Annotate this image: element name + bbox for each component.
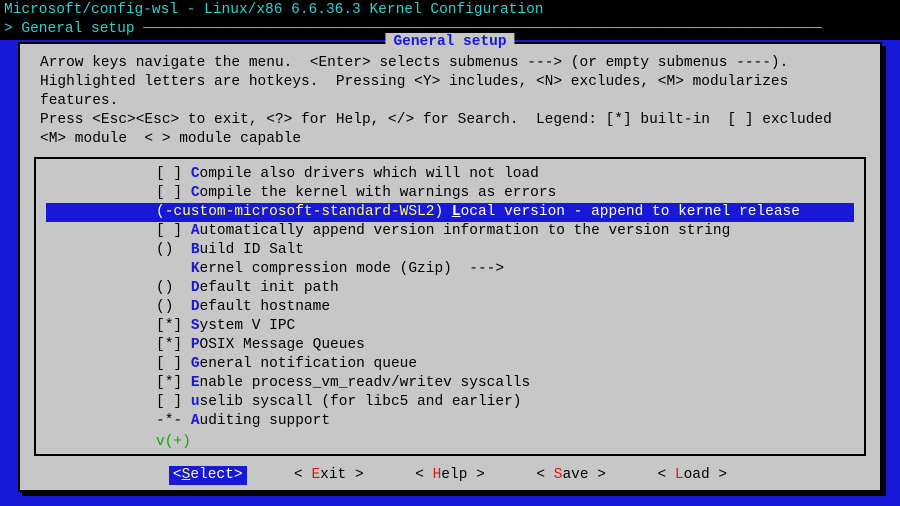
mark: (): [156, 299, 191, 315]
mark: [*]: [156, 318, 191, 334]
menu-item-label: uditing support: [200, 413, 331, 429]
menu-item-hotkey: L: [452, 204, 461, 220]
button-label-rest: elp >: [441, 467, 485, 483]
button-label-rest: oad >: [684, 467, 728, 483]
dialog-button[interactable]: <Select>: [169, 466, 247, 485]
mark: (): [156, 242, 191, 258]
menu-item[interactable]: [ ] uselib syscall (for libc5 and earlie…: [46, 393, 854, 412]
menu-item-label: ompile the kernel with warnings as error…: [200, 185, 557, 201]
menu-item-hotkey: G: [191, 356, 200, 372]
menu-item-label: efault init path: [200, 280, 339, 296]
menu-item-hotkey: B: [191, 242, 200, 258]
menu-item[interactable]: () Build ID Salt: [46, 241, 854, 260]
menu-item-label: OSIX Message Queues: [200, 337, 365, 353]
button-hotkey: H: [433, 467, 442, 483]
menu-item[interactable]: (-custom-microsoft-standard-WSL2) Local …: [46, 203, 854, 222]
menu-item-label: eneral notification queue: [200, 356, 418, 372]
help-text: Arrow keys navigate the menu. <Enter> se…: [20, 44, 880, 153]
menu-item-label: utomatically append version information …: [200, 223, 731, 239]
mark: -*-: [156, 413, 191, 429]
dialog-button[interactable]: < Load >: [653, 466, 731, 485]
menu-item[interactable]: () Default hostname: [46, 298, 854, 317]
button-label-rest: ave >: [562, 467, 606, 483]
menu-item-hotkey: A: [191, 413, 200, 429]
mark: [ ]: [156, 166, 191, 182]
dialog-title: General setup: [385, 33, 514, 52]
menu-item-label: selib syscall (for libc5 and earlier): [200, 394, 522, 410]
button-bracket-left: <: [173, 467, 182, 483]
mark-right: ): [434, 204, 451, 220]
window-title: Microsoft/config-wsl - Linux/x86 6.6.36.…: [0, 0, 900, 20]
menu-item-label: ernel compression mode (Gzip) --->: [200, 261, 505, 277]
menu-item-hotkey: D: [191, 299, 200, 315]
menu-item[interactable]: [*] POSIX Message Queues: [46, 336, 854, 355]
menu-item-hotkey: C: [191, 185, 200, 201]
menu-item-hotkey: S: [191, 318, 200, 334]
menu-item[interactable]: Kernel compression mode (Gzip) --->: [46, 260, 854, 279]
menu-item-hotkey: P: [191, 337, 200, 353]
button-label-rest: elect>: [190, 467, 242, 483]
button-bracket-left: <: [536, 467, 553, 483]
button-bracket-left: <: [657, 467, 674, 483]
menu-item-hotkey: D: [191, 280, 200, 296]
config-dialog: General setup Arrow keys navigate the me…: [18, 42, 882, 492]
menu-item-label: ocal version - append to kernel release: [461, 204, 800, 220]
more-indicator: v(+): [156, 433, 854, 452]
menu-item-hotkey: A: [191, 223, 200, 239]
menu-item[interactable]: [*] Enable process_vm_readv/writev sysca…: [46, 374, 854, 393]
mark: [*]: [156, 337, 191, 353]
terminal-window: Microsoft/config-wsl - Linux/x86 6.6.36.…: [0, 0, 900, 506]
menu-item-label: nable process_vm_readv/writev syscalls: [200, 375, 531, 391]
dialog-button[interactable]: < Help >: [411, 466, 489, 485]
mark-right: ]: [173, 185, 190, 201]
menu-item-label: ompile also drivers which will not load: [200, 166, 539, 182]
mark: [*]: [156, 375, 191, 391]
button-bracket-left: <: [415, 467, 432, 483]
menu-item-hotkey: u: [191, 394, 200, 410]
mark: (): [156, 280, 191, 296]
button-hotkey: E: [311, 467, 320, 483]
mark: [ ]: [156, 394, 191, 410]
menu-item[interactable]: () Default init path: [46, 279, 854, 298]
button-label-rest: xit >: [320, 467, 364, 483]
menu-item[interactable]: [ ] Compile also drivers which will not …: [46, 165, 854, 184]
button-hotkey: S: [182, 467, 191, 483]
menu-item-hotkey: C: [191, 166, 200, 182]
menu-item-hotkey: K: [191, 261, 200, 277]
menu-item-label: efault hostname: [200, 299, 331, 315]
menu-list[interactable]: [ ] Compile also drivers which will not …: [34, 157, 866, 456]
dialog-button[interactable]: < Exit >: [290, 466, 368, 485]
menu-item[interactable]: [ ] Compile the kernel with warnings as …: [46, 184, 854, 203]
mark-left: (: [156, 204, 165, 220]
menu-item[interactable]: [ ] Automatically append version informa…: [46, 222, 854, 241]
button-bar: <Select> < Exit > < Help > < Save > < Lo…: [20, 456, 880, 495]
mark-right: ]: [173, 223, 190, 239]
menu-item-label: uild ID Salt: [200, 242, 304, 258]
menu-item[interactable]: [*] System V IPC: [46, 317, 854, 336]
menu-item[interactable]: -*- Auditing support: [46, 412, 854, 431]
menu-item[interactable]: [ ] General notification queue: [46, 355, 854, 374]
dialog-button[interactable]: < Save >: [532, 466, 610, 485]
mark-left: [: [156, 223, 165, 239]
button-bracket-left: <: [294, 467, 311, 483]
mark-left: [: [156, 185, 165, 201]
menu-item-label: ystem V IPC: [200, 318, 296, 334]
mark: [ ]: [156, 356, 191, 372]
mark-inner: -custom-microsoft-standard-WSL2: [165, 204, 435, 220]
menu-item-hotkey: E: [191, 375, 200, 391]
button-hotkey: L: [675, 467, 684, 483]
mark: [156, 261, 191, 277]
